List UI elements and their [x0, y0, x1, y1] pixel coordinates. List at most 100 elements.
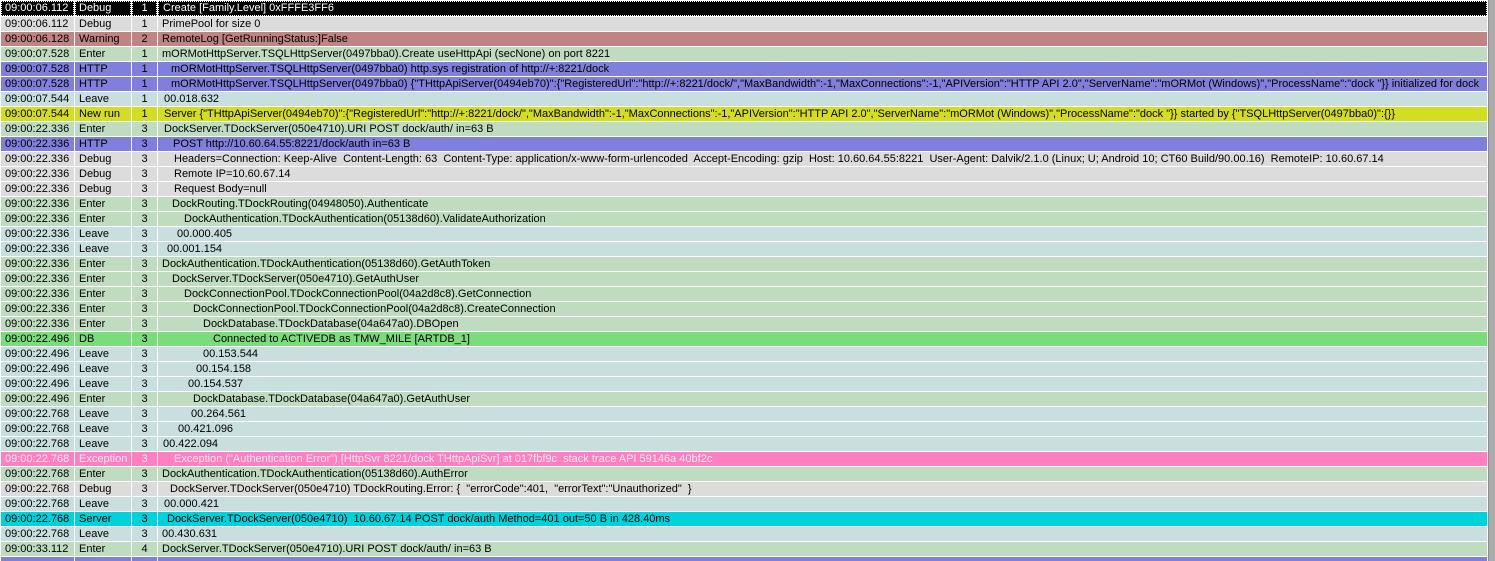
log-row[interactable]: 09:00:07.528 HTTP 1 mORMotHttpServer.TSQLHt…: [1, 62, 1487, 76]
log-row[interactable]: 09:00:22.336 Enter 3 DockConnectionPool.TDo…: [1, 287, 1487, 301]
log-message-cell: 00.000.421: [158, 497, 1487, 511]
log-row[interactable]: 09:00:22.336 Debug 3 Headers=Connection: Ke…: [1, 152, 1487, 166]
log-row[interactable]: 09:00:22.768 Leave 3 00.000.421: [1, 497, 1487, 511]
log-message-cell: 00.153.544: [158, 347, 1487, 361]
log-time-cell: 09:00:22.336: [1, 272, 74, 286]
log-row[interactable]: 09:00:22.336 Enter 3 DockServer.TDockServer…: [1, 272, 1487, 286]
log-thread-cell: 3: [132, 407, 157, 421]
log-message-cell: DockConnectionPool.TDockConnectionPool(0…: [158, 302, 1487, 316]
log-level-cell: Enter: [75, 317, 131, 331]
log-row[interactable]: 09:00:22.768 Enter 3 DockAuthentication.TDo…: [1, 467, 1487, 481]
log-level-cell: Leave: [75, 362, 131, 376]
log-row[interactable]: 09:00:22.336 Enter 3 DockAuthentication.TDo…: [1, 257, 1487, 271]
log-time-cell: 09:00:22.496: [1, 377, 74, 391]
log-time-cell: [1, 557, 74, 561]
log-level-cell: New run: [75, 107, 131, 121]
log-thread-cell: 3: [132, 197, 157, 211]
log-time-cell: 09:00:06.112: [1, 1, 74, 16]
log-row[interactable]: 09:00:22.768 Leave 3 00.421.096: [1, 422, 1487, 436]
log-thread-cell: 1: [132, 62, 157, 76]
log-thread-cell: 1: [132, 107, 157, 121]
log-row[interactable]: 09:00:06.112 Debug 1 PrimePool for size 0: [1, 17, 1487, 31]
log-time-cell: 09:00:22.496: [1, 362, 74, 376]
log-level-cell: Exception: [75, 452, 131, 466]
log-level-cell: Leave: [75, 437, 131, 451]
log-time-cell: 09:00:22.336: [1, 137, 74, 151]
log-level-cell: Enter: [75, 392, 131, 406]
log-message-cell: DockDatabase.TDockDatabase(04a647a0).DBO…: [158, 317, 1487, 331]
log-row[interactable]: 09:00:22.768 Server 3 DockServer.TDockServe…: [1, 512, 1487, 526]
log-row[interactable]: 09:00:07.528 Enter 1 mORMotHttpServer.TSQLH…: [1, 47, 1487, 61]
log-thread-cell: 3: [132, 257, 157, 271]
log-row[interactable]: 09:00:22.768 Leave 3 00.264.561: [1, 407, 1487, 421]
log-message-cell: 00.018.632: [158, 92, 1487, 106]
log-level-cell: Debug: [75, 152, 131, 166]
log-row[interactable]: 09:00:22.336 Debug 3 Remote IP=10.60.67.14: [1, 167, 1487, 181]
log-thread-cell: 3: [132, 122, 157, 136]
log-message-cell: Server {"THttpApiServer(0494eb70)":{"Reg…: [158, 107, 1487, 121]
log-time-cell: 09:00:22.336: [1, 152, 74, 166]
log-message-cell: DockServer.TDockServer(050e4710) 10.60.6…: [158, 512, 1487, 526]
log-row[interactable]: 09:00:22.336 Enter 3 DockConnectionPool.TDo…: [1, 302, 1487, 316]
log-message-cell: DockAuthentication.TDockAuthentication(0…: [158, 212, 1487, 226]
log-thread-cell: 1: [132, 47, 157, 61]
log-row-partial[interactable]: [1, 557, 1487, 561]
log-level-cell: Leave: [75, 422, 131, 436]
log-level-cell: Leave: [75, 497, 131, 511]
log-message-cell: 00.154.537: [158, 377, 1487, 391]
log-thread-cell: [132, 557, 157, 561]
log-time-cell: 09:00:22.768: [1, 527, 74, 541]
log-message-cell: Headers=Connection: Keep-Alive Content-L…: [158, 152, 1487, 166]
log-time-cell: 09:00:22.768: [1, 467, 74, 481]
log-thread-cell: 3: [132, 272, 157, 286]
log-level-cell: Enter: [75, 302, 131, 316]
log-level-cell: Debug: [75, 167, 131, 181]
log-message-cell: mORMotHttpServer.TSQLHttpServer(0497bba0…: [158, 47, 1487, 61]
log-thread-cell: 3: [132, 332, 157, 346]
log-row[interactable]: 09:00:22.768 Leave 3 00.422.094: [1, 437, 1487, 451]
log-row[interactable]: 09:00:22.336 Leave 3 00.000.405: [1, 227, 1487, 241]
log-time-cell: 09:00:07.528: [1, 77, 74, 91]
log-thread-cell: 3: [132, 152, 157, 166]
log-row-selected[interactable]: 09:00:06.112 Debug 1 Create [Family.Level] …: [1, 1, 1487, 16]
log-row[interactable]: 09:00:22.336 Enter 3 DockServer.TDockServer…: [1, 122, 1487, 136]
log-row[interactable]: 09:00:22.496 Leave 3 00.153.544: [1, 347, 1487, 361]
log-message-cell: 00.421.096: [158, 422, 1487, 436]
log-row[interactable]: 09:00:22.496 Leave 3 00.154.537: [1, 377, 1487, 391]
log-time-cell: 09:00:07.528: [1, 47, 74, 61]
log-row[interactable]: 09:00:22.768 Debug 3 DockServer.TDockServer…: [1, 482, 1487, 496]
log-row[interactable]: 09:00:22.496 DB 3 Connected to ACTIVEDB as …: [1, 332, 1487, 346]
log-row[interactable]: 09:00:22.336 Debug 3 Request Body=null: [1, 182, 1487, 196]
log-thread-cell: 3: [132, 362, 157, 376]
log-row[interactable]: 09:00:22.336 HTTP 3 POST http://10.60.64.55…: [1, 137, 1487, 151]
log-message-cell: Connected to ACTIVEDB as TMW_MILE [ARTDB…: [158, 332, 1487, 346]
log-row[interactable]: 09:00:07.544 New run 1 Server {"THttpApiSer…: [1, 107, 1487, 121]
log-thread-cell: 3: [132, 482, 157, 496]
log-row[interactable]: 09:00:22.496 Leave 3 00.154.158: [1, 362, 1487, 376]
log-row[interactable]: 09:00:22.336 Enter 3 DockAuthentication.TDo…: [1, 212, 1487, 226]
log-thread-cell: 3: [132, 467, 157, 481]
log-thread-cell: 3: [132, 497, 157, 511]
log-row[interactable]: 09:00:22.336 Enter 3 DockRouting.TDockRouti…: [1, 197, 1487, 211]
log-time-cell: 09:00:22.496: [1, 347, 74, 361]
log-time-cell: 09:00:22.768: [1, 497, 74, 511]
log-time-cell: 09:00:22.336: [1, 317, 74, 331]
log-level-cell: Debug: [75, 1, 131, 16]
log-message-cell: DockServer.TDockServer(050e4710).URI POS…: [158, 122, 1487, 136]
log-time-cell: 09:00:22.768: [1, 482, 74, 496]
log-level-cell: Leave: [75, 527, 131, 541]
log-row[interactable]: 09:00:22.768 Exception 3 Exception ("Authen…: [1, 452, 1487, 466]
log-message-cell: DockServer.TDockServer(050e4710) TDockRo…: [158, 482, 1487, 496]
log-message-cell: 00.430.631: [158, 527, 1487, 541]
log-level-cell: Server: [75, 512, 131, 526]
log-row[interactable]: 09:00:06.128 Warning 2 RemoteLog [GetRunnin…: [1, 32, 1487, 46]
log-row[interactable]: 09:00:07.528 HTTP 1 mORMotHttpServer.TSQLHt…: [1, 77, 1487, 91]
log-row[interactable]: 09:00:22.496 Enter 3 DockDatabase.TDockData…: [1, 392, 1487, 406]
log-row[interactable]: 09:00:22.336 Leave 3 00.001.154: [1, 242, 1487, 256]
log-level-cell: DB: [75, 332, 131, 346]
log-message-cell: 00.000.405: [158, 227, 1487, 241]
log-row[interactable]: 09:00:07.544 Leave 1 00.018.632: [1, 92, 1487, 106]
log-row[interactable]: 09:00:33.112 Enter 4 DockServer.TDockServer…: [1, 542, 1487, 556]
log-row[interactable]: 09:00:22.768 Leave 3 00.430.631: [1, 527, 1487, 541]
log-row[interactable]: 09:00:22.336 Enter 3 DockDatabase.TDockData…: [1, 317, 1487, 331]
